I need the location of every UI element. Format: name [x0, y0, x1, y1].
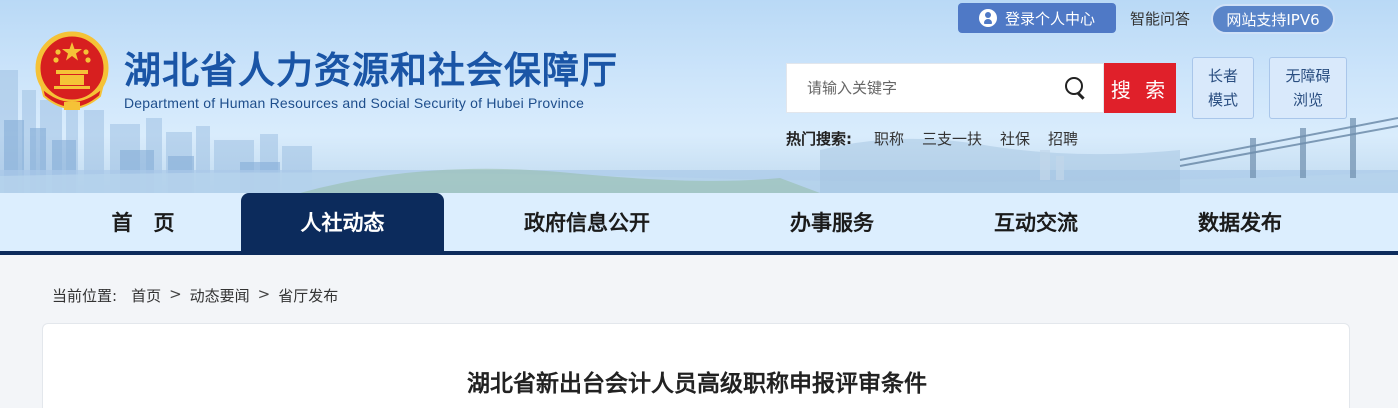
- article-title: 湖北省新出台会计人员高级职称申报评审条件: [467, 371, 927, 397]
- accessible-browse-button[interactable]: 无障碍 浏览: [1269, 57, 1347, 119]
- hot-search-item[interactable]: 社保: [1000, 128, 1030, 149]
- hot-search-label: 热门搜索:: [786, 130, 852, 148]
- breadcrumb-news[interactable]: 动态要闻: [190, 285, 250, 306]
- site-title: 湖北省人力资源和社会保障厅: [124, 49, 618, 92]
- site-subtitle: Department of Human Resources and Social…: [124, 95, 585, 111]
- header-banner: 湖北省人力资源和社会保障厅 Department of Human Resour…: [0, 0, 1398, 193]
- accessible-label-line2: 浏览: [1292, 91, 1323, 109]
- elder-mode-label-line2: 模式: [1207, 91, 1238, 109]
- national-emblem-icon: [35, 31, 109, 110]
- user-icon: [978, 9, 997, 27]
- hot-search-item[interactable]: 职称: [874, 128, 904, 149]
- breadcrumb-home[interactable]: 首页: [131, 285, 161, 306]
- breadcrumb-separator: >: [257, 285, 271, 303]
- login-personal-center-button[interactable]: 登录个人中心: [958, 3, 1116, 33]
- ipv6-badge: 网站支持IPV6: [1211, 4, 1335, 34]
- search-button[interactable]: 搜 索: [1104, 63, 1176, 113]
- accessible-label-line1: 无障碍: [1285, 67, 1331, 85]
- search-box: [786, 63, 1104, 113]
- hot-search: 热门搜索: 职称 三支一扶 社保 招聘: [786, 128, 1096, 149]
- breadcrumb-label: 当前位置:: [52, 287, 118, 305]
- hot-search-item[interactable]: 招聘: [1048, 128, 1078, 149]
- breadcrumb: 当前位置: 首页 > 动态要闻 > 省厅发布: [52, 285, 338, 306]
- search-input[interactable]: [787, 65, 1057, 111]
- nav-item-news[interactable]: 人社动态: [241, 193, 444, 251]
- article-card: 湖北省新出台会计人员高级职称申报评审条件: [42, 323, 1350, 408]
- login-label: 登录个人中心: [1004, 9, 1095, 28]
- breadcrumb-department-release[interactable]: 省厅发布: [278, 285, 338, 306]
- search-icon[interactable]: [1065, 77, 1087, 99]
- nav-item-services[interactable]: 办事服务: [740, 193, 924, 251]
- elder-mode-label-line1: 长者: [1207, 67, 1238, 85]
- elder-mode-button[interactable]: 长者 模式: [1192, 57, 1254, 119]
- nav-item-home[interactable]: 首 页: [44, 193, 242, 251]
- nav-item-gov-info[interactable]: 政府信息公开: [480, 193, 694, 251]
- smart-qa-link[interactable]: 智能问答: [1130, 8, 1190, 29]
- hot-search-item[interactable]: 三支一扶: [922, 128, 982, 149]
- breadcrumb-separator: >: [169, 285, 182, 303]
- nav-item-interaction[interactable]: 互动交流: [944, 193, 1128, 251]
- nav-item-data[interactable]: 数据发布: [1148, 193, 1332, 251]
- main-nav: 首 页 人社动态 政府信息公开 办事服务 互动交流 数据发布: [0, 193, 1398, 255]
